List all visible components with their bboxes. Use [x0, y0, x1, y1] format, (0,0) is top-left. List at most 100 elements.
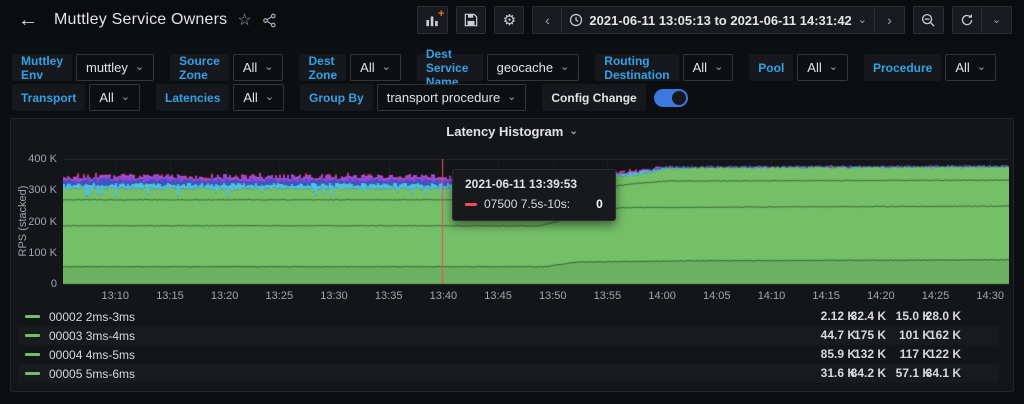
legend-stat-value: 117 K [900, 345, 931, 364]
tooltip-series-row: 07500 7.5s-10s: 0 [465, 197, 603, 211]
x-tick-13-10: 13:10 [102, 290, 130, 302]
legend-row-00002-2ms-3ms[interactable]: 00002 2ms-3ms2.12 K32.4 K15.0 K28.0 K [19, 307, 999, 326]
gear-icon: ⚙ [503, 11, 516, 29]
legend-series-name[interactable]: 00004 4ms-5ms [49, 348, 135, 362]
chart-tooltip: 2021-06-11 13:39:53 07500 7.5s-10s: 0 [452, 169, 616, 221]
x-tick-14-00: 14:00 [648, 290, 676, 302]
x-tick-14-20: 14:20 [867, 290, 895, 302]
legend-stat-value: 34.1 K [926, 364, 961, 383]
variable-transport: TransportAll⌄ [12, 84, 140, 111]
variable-dropdown-dest-zone[interactable]: All⌄ [350, 54, 401, 81]
legend-stat-value: 44.7 K [821, 326, 856, 345]
chevron-down-icon: ⌄ [507, 92, 516, 103]
legend-stat-value: 122 K [929, 345, 961, 364]
time-range-label: 2021-06-11 13:05:13 to 2021-06-11 14:31:… [589, 13, 851, 28]
legend-stat-value: 32.4 K [851, 307, 886, 326]
variable-procedure: ProcedureAll⌄ [864, 54, 996, 81]
chevron-down-icon: ⌄ [714, 62, 723, 73]
refresh-button[interactable] [952, 6, 982, 34]
variable-label-dest-zone: Dest Zone [299, 54, 346, 81]
variable-dropdown-muttley-env[interactable]: muttley⌄ [76, 54, 154, 81]
variable-dropdown-transport[interactable]: All⌄ [89, 84, 140, 111]
variable-label-routing-destination: Routing Destination [595, 54, 678, 81]
variable-dropdown-group-by[interactable]: transport procedure⌄ [377, 84, 527, 111]
star-icon[interactable]: ☆ [237, 10, 251, 30]
variable-dropdown-dest-service-name[interactable]: geocache⌄ [487, 54, 580, 81]
save-dashboard-button[interactable] [456, 6, 486, 34]
variable-dropdown-procedure[interactable]: All⌄ [945, 54, 996, 81]
legend-row-00005-5ms-6ms[interactable]: 00005 5ms-6ms31.6 K84.2 K57.1 K34.1 K [19, 364, 999, 383]
variable-dropdown-routing-destination[interactable]: All ⌄ [683, 54, 734, 81]
dashboard-variables: Muttley Envmuttley⌄Source ZoneAll⌄Dest Z… [0, 40, 1024, 111]
variable-config-change: Config Change [542, 84, 687, 111]
add-panel-button[interactable]: + [417, 6, 448, 34]
dashboard-title: Muttley Service Owners [54, 11, 227, 29]
y-tick-300-k: 300 K [17, 184, 57, 196]
grafana-dashboard: ← Muttley Service Owners ☆ + ⚙ ‹ [0, 0, 1024, 404]
legend-stat-value: 162 K [929, 326, 961, 345]
chevron-down-icon: ⌄ [560, 62, 569, 73]
variable-dest-zone: Dest ZoneAll⌄ [299, 54, 400, 81]
share-icon[interactable] [262, 13, 277, 28]
chevron-down-icon: ⌄ [829, 62, 838, 73]
variable-latencies: LatenciesAll⌄ [156, 84, 284, 111]
variable-label-latencies: Latencies [156, 84, 229, 111]
variable-group-by: Group Bytransport procedure⌄ [300, 84, 526, 111]
legend-row-00004-4ms-5ms[interactable]: 00004 4ms-5ms85.9 K132 K117 K122 K [19, 345, 999, 364]
legend-swatch [25, 372, 40, 375]
panel-menu-caret-icon: ⌄ [569, 127, 577, 137]
zoom-out-button[interactable] [913, 6, 944, 34]
panel-header-menu[interactable]: Latency Histogram ⌄ [11, 124, 1013, 139]
top-nav: ← Muttley Service Owners ☆ + ⚙ ‹ [0, 0, 1024, 40]
variable-dropdown-latencies[interactable]: All⌄ [233, 84, 284, 111]
nav-left: ← Muttley Service Owners ☆ [12, 8, 277, 32]
legend-stat-value: 175 K [854, 326, 886, 345]
x-tick-13-20: 13:20 [211, 290, 239, 302]
variable-dest-service-name: Dest Service Namegeocache⌄ [417, 54, 579, 81]
variable-label-procedure: Procedure [864, 54, 941, 81]
tooltip-series-name: 07500 7.5s-10s: [484, 197, 570, 211]
y-tick-0: 0 [17, 278, 57, 290]
legend-row-00003-3ms-4ms[interactable]: 00003 3ms-4ms44.7 K175 K101 K162 K [19, 326, 999, 345]
x-tick-14-10: 14:10 [758, 290, 786, 302]
clock-icon [569, 13, 583, 27]
legend-series-name[interactable]: 00002 2ms-3ms [49, 310, 135, 324]
x-tick-14-30: 14:30 [976, 290, 1004, 302]
variables-row-2: TransportAll⌄LatenciesAll⌄Group Bytransp… [12, 84, 1012, 111]
plus-icon: + [438, 9, 444, 20]
variable-dropdown-pool[interactable]: All ⌄ [797, 54, 848, 81]
variables-row-1: Muttley Envmuttley⌄Source ZoneAll⌄Dest Z… [12, 54, 1012, 81]
variable-value-procedure: All [955, 60, 969, 75]
config-change-label: Config Change [542, 84, 645, 111]
variable-dropdown-source-zone[interactable]: All⌄ [233, 54, 284, 81]
variable-muttley-env: Muttley Envmuttley⌄ [12, 54, 154, 81]
config-change-toggle[interactable] [654, 89, 688, 107]
toggle-knob [672, 91, 686, 105]
variable-routing-destination: Routing Destination All ⌄ [595, 54, 733, 81]
legend-swatch [25, 334, 40, 337]
latency-histogram-panel: Latency Histogram ⌄ RPS (stacked) 0100 K… [10, 118, 1014, 392]
x-tick-14-25: 14:25 [922, 290, 950, 302]
time-shift-forward-button[interactable]: › [875, 6, 905, 34]
x-tick-13-35: 13:35 [375, 290, 403, 302]
refresh-group: ⌄ [952, 6, 1012, 34]
variable-label-muttley-env: Muttley Env [12, 54, 72, 81]
variable-value-muttley-env: muttley [86, 60, 128, 75]
x-tick-13-45: 13:45 [484, 290, 512, 302]
variable-source-zone: Source ZoneAll⌄ [170, 54, 283, 81]
time-range-picker[interactable]: 2021-06-11 13:05:13 to 2021-06-11 14:31:… [562, 6, 875, 34]
legend-series-name[interactable]: 00003 3ms-4ms [49, 329, 135, 343]
variable-value-source-zone: All [243, 60, 257, 75]
time-shift-back-button[interactable]: ‹ [532, 6, 562, 34]
variable-value-routing-destination: All [693, 60, 707, 75]
tooltip-timestamp: 2021-06-11 13:39:53 [465, 177, 603, 191]
legend-stat-value: 132 K [854, 345, 886, 364]
dashboard-settings-button[interactable]: ⚙ [494, 6, 524, 34]
back-arrow-icon[interactable]: ← [12, 8, 44, 32]
variable-value-pool: All [807, 60, 821, 75]
chevron-down-icon: ⌄ [121, 92, 130, 103]
legend-swatch [25, 315, 40, 318]
refresh-interval-dropdown[interactable]: ⌄ [982, 6, 1012, 34]
legend-series-name[interactable]: 00005 5ms-6ms [49, 367, 135, 381]
x-tick-13-55: 13:55 [594, 290, 622, 302]
